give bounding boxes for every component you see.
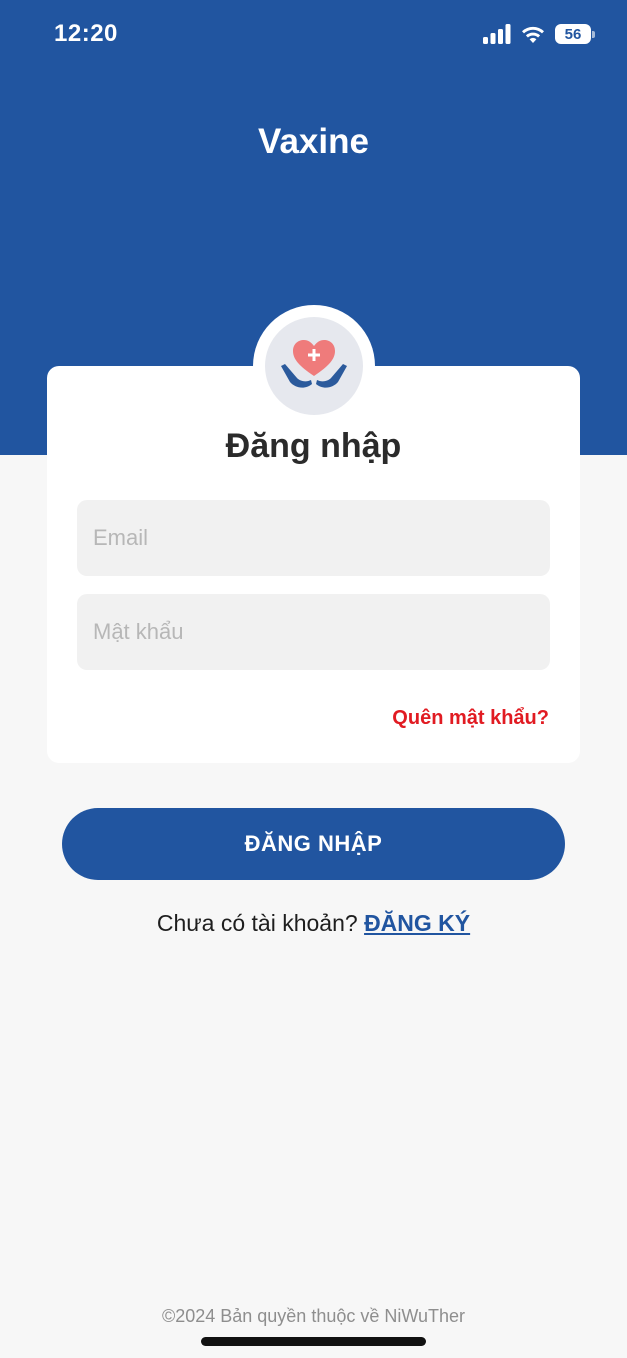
status-bar: 12:20 56 — [0, 0, 627, 70]
status-icons: 56 — [483, 22, 595, 46]
app-logo — [265, 317, 363, 415]
heart-hands-icon — [281, 340, 347, 388]
copyright-text: ©2024 Bản quyền thuộc về NiWuTher — [161, 1306, 466, 1326]
signup-link[interactable]: ĐĂNG KÝ — [364, 910, 470, 936]
signal-icon — [483, 24, 511, 44]
wifi-icon — [522, 26, 544, 43]
email-field[interactable] — [77, 500, 550, 576]
password-field[interactable] — [77, 594, 550, 670]
battery-icon: 56 — [555, 24, 595, 44]
signup-row: Chưa có tài khoản? ĐĂNG KÝ — [0, 910, 627, 937]
battery-tip — [592, 31, 595, 38]
status-time: 12:20 — [54, 20, 118, 47]
app-title: Vaxine — [258, 122, 369, 161]
login-title: Đăng nhập — [225, 427, 402, 465]
signup-prompt: Chưa có tài khoản? — [156, 910, 365, 936]
forgot-password-link[interactable]: Quên mật khẩu? — [392, 707, 549, 730]
battery-level: 56 — [555, 24, 591, 44]
login-button[interactable]: ĐĂNG NHẬP — [62, 808, 565, 880]
home-indicator[interactable] — [201, 1337, 426, 1346]
